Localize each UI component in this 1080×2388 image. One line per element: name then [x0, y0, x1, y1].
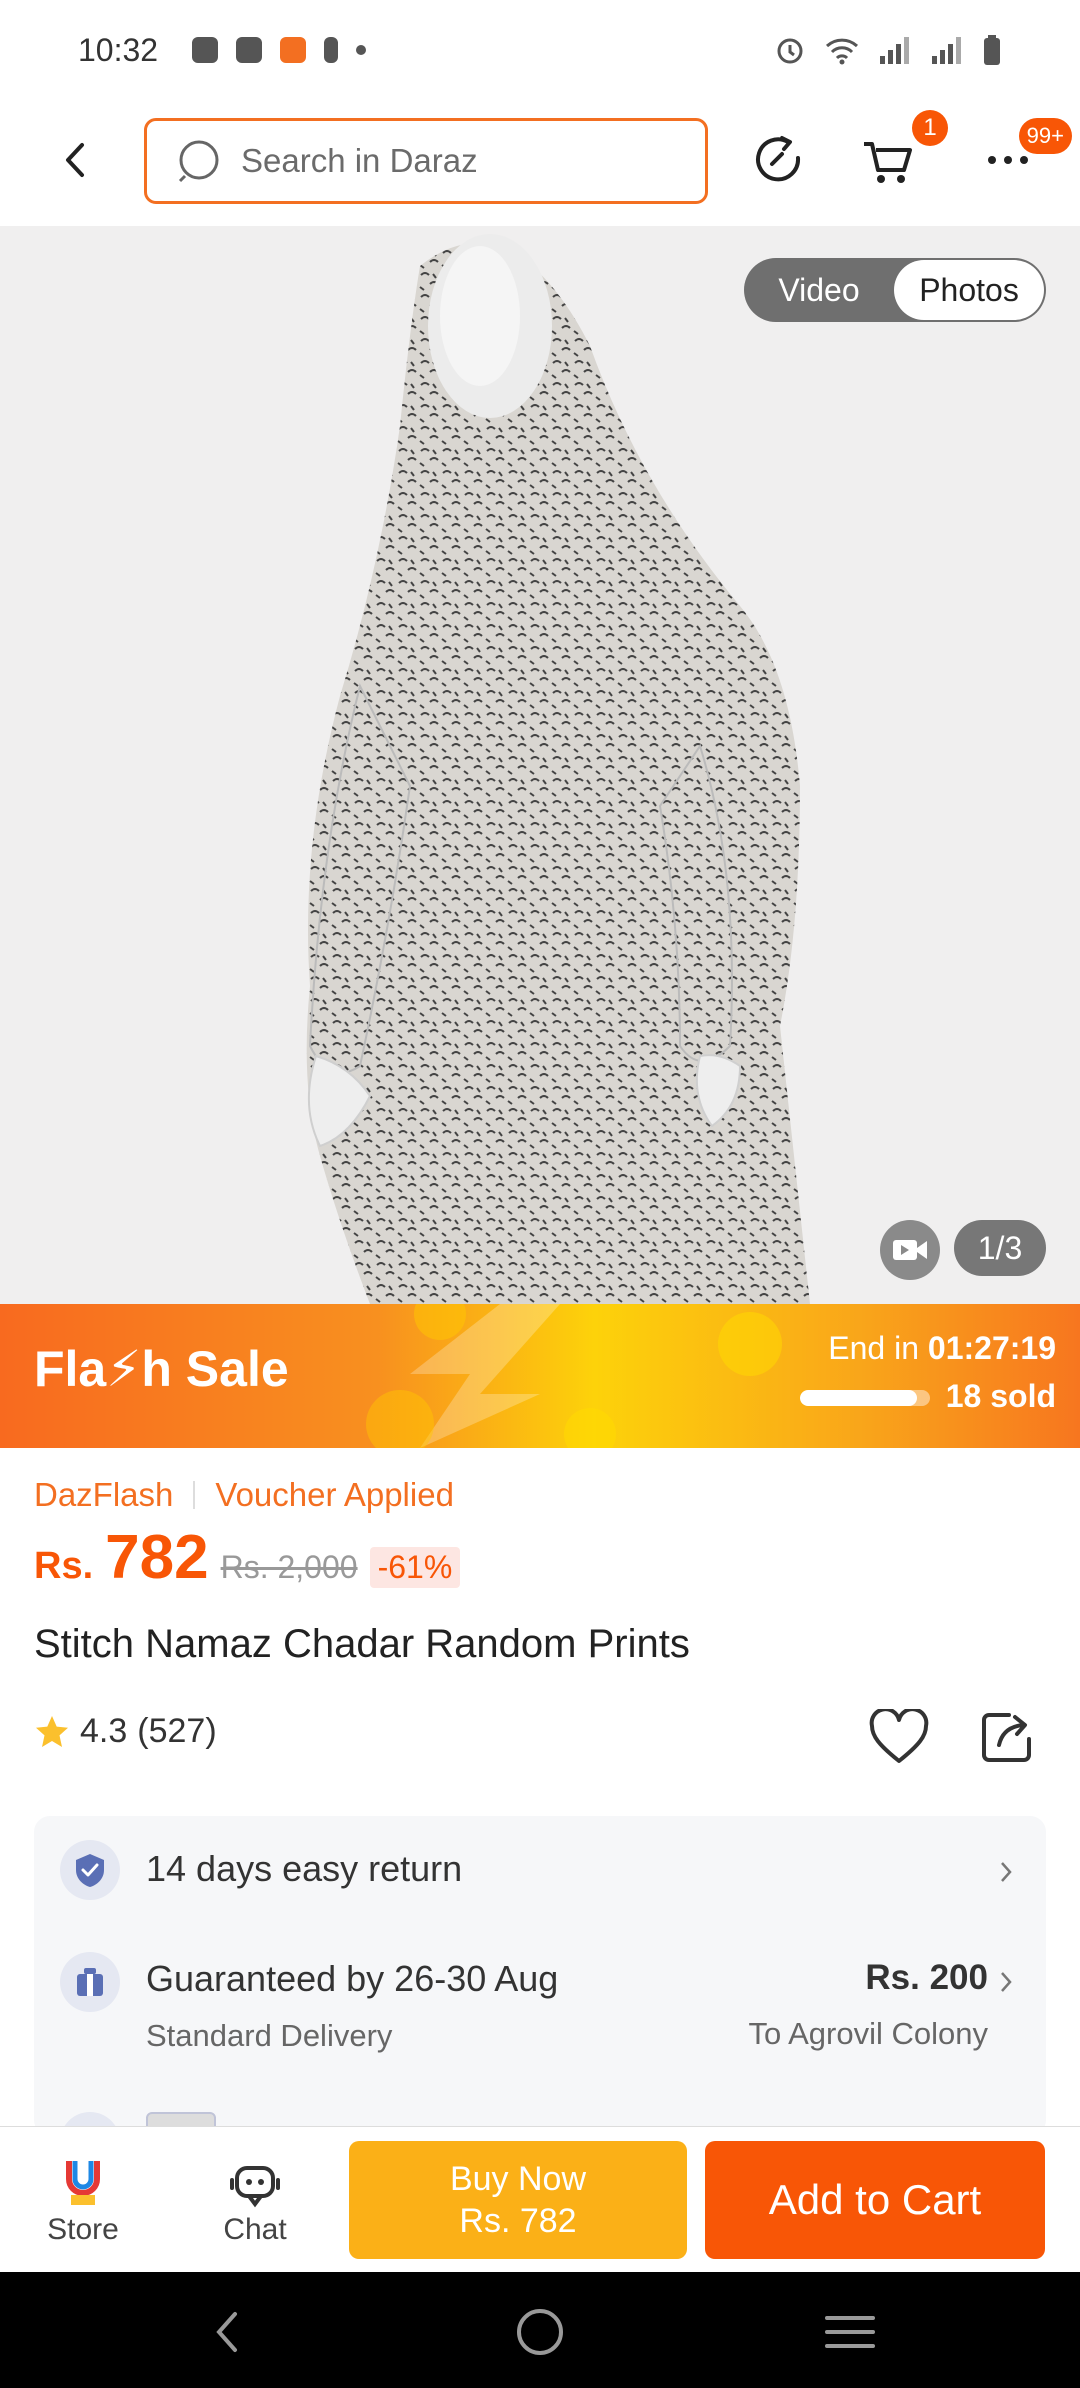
video-play-button[interactable] — [880, 1220, 940, 1280]
flash-sale-title: Fla⚡h Sale — [34, 1341, 289, 1397]
sold-progress-fill — [800, 1390, 917, 1406]
delivery-location: To Agrovil Colony — [748, 2016, 988, 2051]
flash-sale-banner[interactable]: Fla⚡h Sale End in 01:27:19 18 sold — [0, 1304, 1080, 1448]
product-title: Stitch Namaz Chadar Random Prints — [34, 1622, 690, 1666]
message-icon — [236, 37, 263, 63]
more-badge: 99+ — [1018, 118, 1072, 154]
chevron-left-icon — [66, 143, 84, 177]
buy-now-price: Rs. 782 — [459, 2202, 577, 2240]
wifi-icon — [825, 38, 859, 65]
tab-photos[interactable]: Photos — [894, 260, 1044, 320]
system-home-icon — [517, 2309, 563, 2355]
search-input[interactable]: Search in Daraz — [144, 118, 708, 204]
chevron-right-icon — [994, 1860, 1018, 1884]
system-back-icon — [216, 2312, 237, 2352]
tab-video[interactable]: Video — [744, 260, 894, 320]
store-button[interactable]: Store — [28, 2157, 138, 2247]
share-button[interactable] — [972, 1702, 1042, 1772]
alarm-icon — [777, 38, 803, 64]
system-menu-icon — [825, 2316, 875, 2348]
cart-icon — [864, 142, 912, 183]
daraz-app-icon — [280, 37, 307, 63]
delivery-box-icon — [60, 1952, 120, 2012]
signal-icon — [880, 37, 909, 64]
delivery-info: Guaranteed by 26-30 Aug Standard Deliver… — [146, 1958, 558, 2054]
product-image-gallery[interactable]: Video Photos 1/3 — [0, 226, 1080, 1304]
top-nav: Search in Daraz 1 99+ — [0, 110, 1080, 210]
snapchat-icon — [192, 37, 219, 63]
flash-countdown: End in 01:27:19 — [828, 1330, 1056, 1367]
battery-notif-icon — [324, 37, 339, 63]
voucher-tag[interactable]: Voucher Applied — [215, 1476, 454, 1514]
status-bar: 10:32 — [0, 0, 1080, 100]
product-photo — [306, 234, 810, 1304]
image-counter: 1/3 — [954, 1220, 1046, 1276]
buy-now-label: Buy Now — [449, 2160, 587, 2198]
cart-button[interactable]: 1 — [852, 110, 948, 196]
countdown-time: 01:27:19 — [927, 1330, 1056, 1366]
delivery-guarantee: Guaranteed by 26-30 Aug — [146, 1958, 559, 1999]
system-home-button[interactable] — [510, 2302, 570, 2362]
delivery-fee: Rs. 200 — [865, 1958, 988, 1997]
status-time: 10:32 — [78, 31, 159, 68]
service-card: 14 days easy return Guaranteed by 26-30 … — [34, 1816, 1046, 2136]
store-label: Store — [47, 2213, 119, 2246]
add-to-cart-button[interactable]: Add to Cart — [705, 2141, 1045, 2259]
system-back-button[interactable] — [196, 2302, 256, 2362]
chevron-right-icon — [994, 1970, 1018, 1994]
dazflash-tag: DazFlash — [34, 1476, 174, 1513]
heart-icon — [869, 1709, 929, 1763]
system-navigation-bar — [0, 2272, 1080, 2388]
current-price: 782 — [105, 1523, 209, 1592]
review-count: (527) — [137, 1712, 217, 1750]
wishlist-button[interactable] — [864, 1702, 934, 1772]
tag-separator — [193, 1481, 196, 1509]
battery-icon — [984, 35, 1000, 65]
return-text: 14 days easy return — [146, 1848, 463, 1889]
rating-value: 4.3 — [80, 1712, 128, 1750]
signal-2-icon — [932, 37, 961, 64]
sold-progress-bar — [800, 1390, 930, 1406]
video-camera-icon — [893, 1240, 927, 1260]
more-notifications-icon — [356, 45, 367, 55]
bottom-action-bar: Store Chat Buy Now Rs. 782 Add to Cart — [0, 2126, 1080, 2272]
system-recents-button[interactable] — [820, 2302, 880, 2362]
more-dots-icon — [988, 156, 1028, 164]
system-status-icons — [774, 34, 1002, 66]
refresh-icon — [756, 136, 801, 182]
rating-row[interactable]: 4.3 (527) — [34, 1712, 217, 1751]
chat-button[interactable]: Chat — [200, 2157, 310, 2247]
return-policy-row[interactable]: 14 days easy return — [34, 1840, 1046, 1900]
shield-check-icon — [60, 1840, 120, 1900]
chat-label: Chat — [223, 2213, 287, 2246]
media-toggle: Video Photos — [744, 258, 1046, 322]
chat-robot-icon — [230, 2166, 280, 2208]
delivery-fee-block: Rs. 200 To Agrovil Colony — [748, 1958, 988, 2052]
search-icon — [178, 140, 219, 183]
delivery-row[interactable]: Guaranteed by 26-30 Aug Standard Deliver… — [34, 1952, 1046, 2054]
delivery-type: Standard Delivery — [146, 2018, 393, 2053]
refresh-button[interactable] — [744, 124, 816, 196]
star-icon — [36, 1715, 68, 1747]
store-logo-icon — [66, 2161, 100, 2205]
promo-tags: DazFlash Voucher Applied — [34, 1476, 454, 1514]
buy-now-button[interactable]: Buy Now Rs. 782 — [349, 2141, 687, 2259]
end-in-label: End in — [828, 1330, 920, 1366]
original-price: Rs. 2,000 — [220, 1549, 358, 1585]
price-currency: Rs. — [34, 1545, 94, 1587]
notification-icons — [192, 37, 367, 63]
share-icon — [982, 1713, 1031, 1762]
cart-badge: 1 — [912, 110, 948, 146]
sold-count: 18 sold — [945, 1378, 1056, 1414]
price-row: Rs. 782 Rs. 2,000 -61% — [34, 1522, 461, 1593]
discount-badge: -61% — [369, 1547, 461, 1588]
search-placeholder: Search in Daraz — [241, 142, 478, 179]
more-button[interactable]: 99+ — [972, 118, 1072, 196]
back-button[interactable] — [40, 125, 110, 195]
